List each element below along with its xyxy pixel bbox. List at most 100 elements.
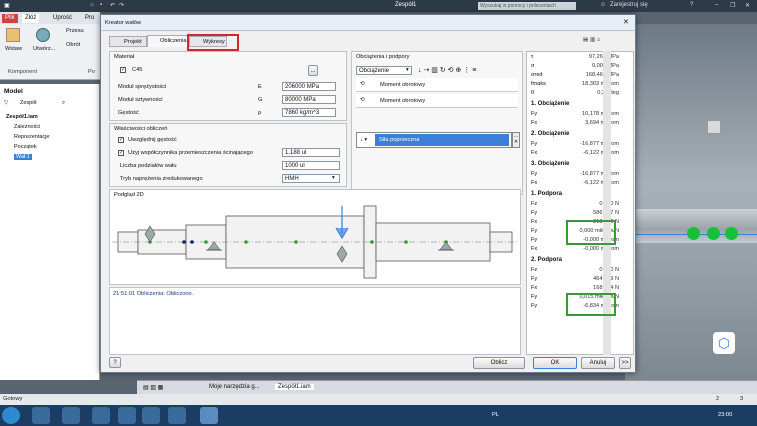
load-item-actions[interactable]: …✕ — [512, 132, 520, 148]
chevron-down-icon[interactable]: ▾ — [406, 67, 409, 73]
restore-icon[interactable]: ❐ — [730, 2, 735, 9]
load-item[interactable]: ⟲ Moment obrotowy — [356, 94, 518, 108]
tab-project[interactable]: Projekt — [109, 36, 147, 47]
cancel-button[interactable]: Anuluj — [581, 357, 615, 369]
preview-2d: Podgląd 2D — [109, 189, 521, 285]
result-symbol: Fx — [531, 246, 538, 252]
support1-forces-highlight — [566, 220, 616, 245]
shaft-2d-drawing[interactable] — [110, 190, 522, 286]
result-symbol: Fy — [531, 171, 538, 177]
clock[interactable]: 23:00 — [718, 412, 732, 418]
result-symbol: θ — [531, 90, 535, 96]
load-item[interactable]: ⟲ Moment obrotowy — [356, 78, 518, 92]
result-value: 10,178 mikrom — [582, 111, 619, 117]
load-type-select[interactable]: Obciążenie — [356, 66, 412, 75]
result-symbol: Fz — [531, 201, 538, 207]
divisions-field[interactable]: 1000 ul — [282, 161, 340, 170]
material-browse-button[interactable]: ... — [308, 65, 318, 76]
chevron-down-icon[interactable]: ▾ — [332, 175, 335, 181]
redo-icon[interactable]: ↷ — [119, 2, 124, 9]
cube-icon[interactable]: ⬡ — [713, 332, 735, 354]
more-button[interactable]: >> — [619, 357, 631, 369]
minimize-icon[interactable]: – — [715, 2, 718, 8]
status-bar: Gotowy 2 3 — [0, 394, 757, 405]
app-logo-icon[interactable]: ▣ — [4, 2, 10, 9]
filter-icon[interactable]: ▽ — [4, 100, 8, 106]
shear-modulus-field[interactable]: 80000 MPa — [282, 95, 336, 104]
material-checkbox[interactable]: ✓ — [120, 67, 126, 73]
dialog-toolbar-icons[interactable]: ▤ ▥ ⌂ — [583, 37, 600, 43]
move-button[interactable]: Przesu — [66, 28, 84, 34]
tree-root[interactable]: Zespół1.iam — [6, 114, 38, 120]
result-symbol: Fx — [531, 180, 538, 186]
model-browser: Model ▽ Zespół ⌕ Zespół1.iam Zależności … — [0, 84, 100, 380]
save-icon[interactable]: ▪ — [100, 2, 102, 8]
help-icon[interactable]: ? — [690, 2, 693, 8]
shear-factor-field[interactable]: 1,188 ul — [282, 148, 340, 157]
ribbon-group-component: Komponent — [8, 69, 38, 75]
user-icon: ☺ — [600, 2, 607, 8]
tree-item-origin[interactable]: Początek — [14, 144, 37, 150]
graphics-viewport[interactable]: ⬡ — [625, 24, 757, 380]
result-symbol: fmaks — [531, 81, 546, 87]
dialog-close-icon[interactable]: ✕ — [623, 18, 629, 26]
tab-assemble[interactable]: Złóż — [22, 14, 40, 23]
prop-label: Moduł sztywności — [118, 97, 163, 103]
tab-layout-icons[interactable]: ▤ ▥ ▦ — [143, 384, 163, 391]
place-button[interactable]: Wstaw — [5, 46, 22, 52]
taskbar-app[interactable] — [62, 407, 80, 424]
elastic-modulus-field[interactable]: 206000 MPa — [282, 82, 336, 91]
result-symbol: Fy — [531, 111, 538, 117]
support-point-icon — [687, 227, 700, 240]
undo-icon[interactable]: ↶ — [110, 2, 115, 9]
status-text: Gotowy — [3, 396, 23, 402]
create-button[interactable]: Utwórz... — [33, 46, 55, 52]
doc-tab[interactable]: Moje narzędzia g... — [209, 384, 260, 390]
help-button[interactable]: ? — [109, 357, 121, 368]
load-tools-icons[interactable]: ↓ ⇢ ▥ ↻ ⟲ ⊕ ⋮ ≡ — [418, 66, 476, 74]
result-symbol: Fx — [531, 120, 538, 126]
taskbar-app[interactable] — [142, 407, 160, 424]
viewcube-icon[interactable] — [707, 120, 721, 134]
result-symbol: τ — [531, 54, 534, 60]
result-symbol: Fx — [531, 150, 538, 156]
ok-button[interactable]: OK — [533, 357, 577, 369]
create-icon[interactable] — [36, 28, 50, 42]
place-icon[interactable] — [6, 28, 20, 42]
language-indicator[interactable]: PL — [492, 412, 499, 418]
calculate-button[interactable]: Oblicz — [473, 357, 525, 369]
taskbar-app-inventor[interactable] — [200, 407, 218, 424]
shear-factor-checkbox[interactable]: ✓ — [118, 150, 124, 156]
density-checkbox[interactable]: ✓ — [118, 137, 124, 143]
tree-item-constraints[interactable]: Zależności — [14, 124, 40, 130]
tab-calculation[interactable]: Obliczenia — [147, 35, 189, 47]
density-option-label: Uwzględnij gęstość — [128, 137, 177, 143]
doc-tab-active[interactable]: Zespół1.iam — [275, 384, 314, 390]
taskbar-app[interactable] — [118, 407, 136, 424]
rotate-button[interactable]: Obrót — [66, 42, 80, 48]
taskbar-app[interactable] — [32, 407, 50, 424]
tab-simplify[interactable]: Uprość — [50, 14, 75, 23]
search-input[interactable]: Wyszukaj w pomocy i poleceniach — [478, 2, 576, 10]
tab-file[interactable]: Plik — [2, 14, 18, 23]
close-icon[interactable]: ✕ — [745, 2, 750, 9]
tree-item-shaft[interactable]: Wał:1 — [14, 154, 32, 160]
home-icon[interactable]: ⌂ — [90, 2, 94, 8]
start-button[interactable] — [2, 407, 20, 424]
tab-more[interactable]: Pro — [82, 14, 97, 23]
result-value: 18,303 mikrom — [582, 81, 619, 87]
density-field[interactable]: 7860 kg/m^3 — [282, 108, 336, 117]
taskbar-app[interactable] — [168, 407, 186, 424]
tree-item-representations[interactable]: Reprezentacje — [14, 134, 49, 140]
model-filter[interactable]: Zespół — [20, 100, 37, 106]
taskbar-app[interactable] — [92, 407, 110, 424]
divisions-label: Liczba podziałów wału — [120, 163, 177, 169]
prop-symbol: G — [258, 97, 263, 103]
signin-link[interactable]: Zarejestruj się — [610, 2, 648, 8]
result-value: -6,122 mikrom — [583, 180, 619, 186]
result-symbol: Fx — [531, 219, 538, 225]
search-icon[interactable]: ⌕ — [62, 100, 65, 107]
status-count-1: 2 — [716, 396, 720, 402]
material-name: C45 — [132, 67, 143, 73]
load-item-selected[interactable]: ↓ ▾ Siła poprzeczna — [356, 132, 512, 148]
